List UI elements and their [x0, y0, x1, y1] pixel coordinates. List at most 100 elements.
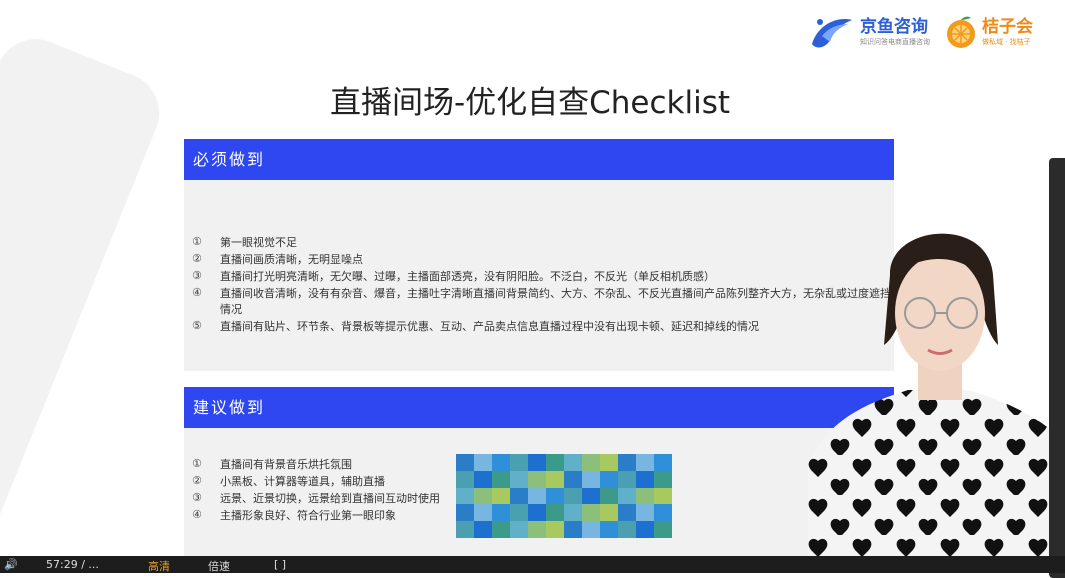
mosaic-block [654, 487, 672, 505]
mosaic-block [456, 454, 474, 471]
mosaic-block [636, 487, 654, 505]
item-text: 直播间收音清晰，没有有杂音、爆音，主播吐字清晰直播间背景简约、大方、不杂乱、不反… [220, 287, 891, 316]
item-number: ④ [192, 508, 202, 521]
mosaic-block [528, 504, 546, 522]
mosaic-block [564, 487, 582, 505]
item-number: ② [192, 252, 202, 265]
item-number: ③ [192, 491, 202, 504]
mosaic-block [618, 470, 636, 488]
speed-button[interactable]: 倍速 [208, 558, 230, 574]
mosaic-block [456, 470, 474, 488]
item-text: 直播间打光明亮清晰，无欠曝、过曝，主播面部透亮，没有阴阳脸。不泛白，不反光（单反… [220, 270, 715, 283]
mosaic-block [636, 521, 654, 538]
mosaic-block [600, 487, 618, 505]
item-number: ① [192, 457, 202, 470]
item-number: ③ [192, 269, 202, 282]
mosaic-block [618, 487, 636, 505]
mosaic-block [492, 521, 510, 538]
item-text: 第一眼视觉不足 [220, 236, 297, 249]
list-item: ② 直播间画质清晰，无明显噪点 [192, 252, 892, 268]
mosaic-block [618, 521, 636, 538]
list-item: ④ 直播间收音清晰，没有有杂音、爆音，主播吐字清晰直播间背景简约、大方、不杂乱、不… [192, 286, 892, 318]
mosaic-block [474, 454, 492, 471]
mosaic-block [564, 521, 582, 538]
mosaic-block [600, 470, 618, 488]
time-display: 57:29 / ... [46, 558, 99, 571]
mosaic-block [510, 504, 528, 522]
fullscreen-icon[interactable]: [ ] [274, 558, 286, 571]
item-number: ① [192, 235, 202, 248]
mosaic-block [456, 487, 474, 505]
mosaic-block [600, 521, 618, 538]
jingyu-name: 京鱼咨询 [860, 16, 928, 37]
quality-button[interactable]: 高清 [148, 558, 170, 574]
item-number: ④ [192, 286, 202, 299]
mosaic-block [474, 504, 492, 522]
juzi-tagline: 做私域 · 找桔子 [982, 37, 1031, 46]
item-text: 直播间有贴片、环节条、背景板等提示优惠、互动、产品卖点信息直播过程中没有出现卡顿… [220, 320, 759, 333]
slide: 京鱼咨询 知识问答电商直播咨询 桔子会 做私域 · 找桔子 直播间场-优化自查C… [0, 0, 1065, 556]
mosaic-block [510, 470, 528, 488]
mosaic-block [636, 454, 654, 471]
player-control-bar: 🔊 57:29 / ... 高清 倍速 [ ] [0, 556, 1065, 573]
mosaic-block [582, 454, 600, 471]
mosaic-block [546, 521, 564, 538]
mosaic-block [492, 454, 510, 471]
presenter-video [808, 215, 1065, 556]
list-item: ① 第一眼视觉不足 [192, 235, 892, 251]
mosaic-block [564, 504, 582, 522]
mosaic-block [456, 521, 474, 538]
juzi-name: 桔子会 [982, 16, 1033, 37]
slide-title: 直播间场-优化自查Checklist [329, 85, 731, 121]
mosaic-block [474, 521, 492, 538]
mosaic-block [654, 521, 672, 538]
mosaic-block [600, 454, 618, 471]
mosaic-block [474, 487, 492, 505]
mosaic-block [636, 504, 654, 522]
juzi-logo: 桔子会 做私域 · 找桔子 [944, 15, 1033, 49]
mosaic-block [546, 504, 564, 522]
mosaic-block [600, 504, 618, 522]
mosaic-block [582, 487, 600, 505]
mosaic-block [618, 454, 636, 471]
mosaic-block [546, 487, 564, 505]
mosaic-block [528, 454, 546, 471]
mosaic-block [618, 504, 636, 522]
mosaic-block [492, 487, 510, 505]
volume-icon[interactable]: 🔊 [4, 558, 18, 571]
mosaic-block [582, 504, 600, 522]
mosaic-block [564, 470, 582, 488]
mosaic-block [636, 470, 654, 488]
mosaic-block [654, 454, 672, 471]
jingyu-fish-icon [812, 19, 852, 48]
list-item: ③ 直播间打光明亮清晰，无欠曝、过曝，主播面部透亮，没有阴阳脸。不泛白，不反光（单… [192, 269, 892, 285]
item-number: ⑤ [192, 319, 202, 332]
mosaic-block [528, 487, 546, 505]
mosaic-block [654, 470, 672, 488]
mosaic-block [456, 504, 474, 522]
presenter-figure [808, 233, 1065, 556]
mosaic-block [582, 470, 600, 488]
mosaic-block [654, 504, 672, 522]
orange-icon [947, 16, 975, 48]
mosaic-block [474, 470, 492, 488]
logo-area: 京鱼咨询 知识问答电商直播咨询 桔子会 做私域 · 找桔子 [808, 14, 1033, 50]
item-number: ② [192, 474, 202, 487]
mosaic-block [510, 454, 528, 471]
side-panel-handle[interactable] [1049, 158, 1065, 578]
mosaic-block [564, 454, 582, 471]
suggest-header: 建议做到 [184, 387, 894, 428]
mosaic-block [528, 521, 546, 538]
jingyu-logo: 京鱼咨询 知识问答电商直播咨询 [808, 14, 930, 50]
must-do-header: 必须做到 [184, 139, 894, 180]
mosaic-block [510, 487, 528, 505]
mosaic-block [582, 521, 600, 538]
item-text: 直播间画质清晰，无明显噪点 [220, 253, 363, 266]
jingyu-tagline: 知识问答电商直播咨询 [860, 37, 930, 46]
mosaic-block [546, 470, 564, 488]
pixelated-overlay [456, 454, 672, 538]
mosaic-block [546, 454, 564, 471]
list-item: ⑤ 直播间有贴片、环节条、背景板等提示优惠、互动、产品卖点信息直播过程中没有出现卡… [192, 319, 892, 335]
must-do-panel: 必须做到 ① 第一眼视觉不足 ② 直播间画质清晰，无明显噪点 ③ 直播间打光明亮清晰，… [184, 139, 894, 371]
mosaic-block [492, 470, 510, 488]
